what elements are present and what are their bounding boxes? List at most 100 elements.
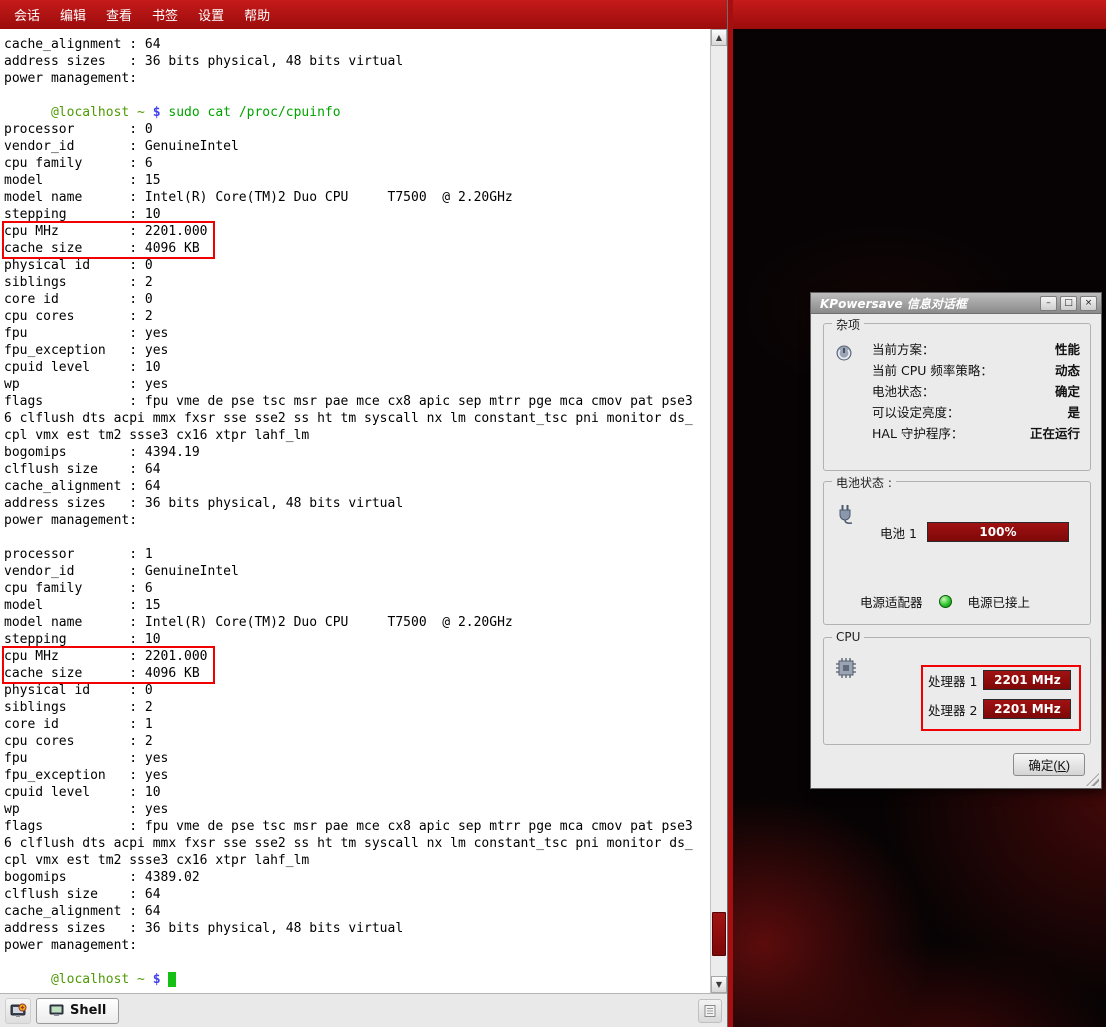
kpowersave-dialog: KPowersave 信息对话框 – □ × 杂项 当前方案： 性能当前 CPU … — [810, 292, 1102, 789]
info-value: 确定 — [1055, 381, 1080, 400]
terminal-line: cpl vmx est tm2 ssse3 cx16 xtpr lahf_lm — [4, 427, 710, 444]
terminal-line: wp : yes — [4, 376, 710, 393]
terminal-line: cache_alignment : 64 — [4, 903, 710, 920]
info-label: 当前 CPU 频率策略： — [872, 360, 993, 379]
info-row: 电池状态：确定 — [872, 380, 1080, 401]
desktop-background: KPowersave 信息对话框 – □ × 杂项 当前方案： 性能当前 CPU … — [728, 0, 1106, 1027]
session-list-icon — [703, 1004, 717, 1018]
terminal-line: model : 15 — [4, 597, 710, 614]
misc-group-title: 杂项 — [832, 316, 864, 333]
terminal-line: model : 15 — [4, 172, 710, 189]
ok-button[interactable]: 确定(K) — [1013, 753, 1085, 776]
scroll-down-icon: ▼ — [716, 980, 722, 989]
scroll-up-icon: ▲ — [716, 33, 722, 42]
terminal-line — [4, 529, 710, 546]
adapter-status: 电源已接上 — [968, 592, 1031, 611]
terminal-line: cpu MHz : 2201.000 — [4, 648, 208, 665]
terminal-line: vendor_id : GenuineIntel — [4, 563, 710, 580]
terminal-line: vendor_id : GenuineIntel — [4, 138, 710, 155]
terminal-line: fpu_exception : yes — [4, 767, 710, 784]
terminal-line: fpu_exception : yes — [4, 342, 710, 359]
menu-item-help[interactable]: 帮助 — [234, 1, 280, 28]
battery-label: 电池 1 — [880, 523, 917, 542]
resize-grip[interactable] — [1086, 773, 1099, 786]
ok-label-pre: 确定( — [1028, 759, 1057, 773]
processor-frequency-bar: 2201 MHz — [983, 670, 1071, 690]
menu-item-bookmarks[interactable]: 书签 — [142, 1, 188, 28]
menu-item-edit[interactable]: 编辑 — [50, 1, 96, 28]
terminal-scrollbar[interactable]: ▲ ▼ — [710, 29, 727, 993]
dialog-title: KPowersave 信息对话框 — [820, 295, 1037, 312]
close-button[interactable]: × — [1080, 296, 1097, 311]
terminal-line: @localhost ~ $ — [4, 971, 710, 988]
ok-label-post: ) — [1066, 759, 1070, 773]
info-value: 是 — [1067, 402, 1080, 421]
info-row: 当前方案： 性能 — [872, 338, 1080, 359]
cpu-rows: 处理器 12201 MHz处理器 22201 MHz — [928, 670, 1071, 728]
terminal-line: address sizes : 36 bits physical, 48 bit… — [4, 53, 710, 70]
terminal-output[interactable]: cache_alignment : 64address sizes : 36 b… — [0, 29, 710, 993]
new-session-button[interactable] — [5, 998, 31, 1024]
menu-item-session[interactable]: 会话 — [4, 1, 50, 28]
misc-groupbox: 杂项 当前方案：性能当前 CPU 频率策略：动态电池状态：确定可以设定亮度：是H… — [823, 323, 1091, 471]
terminal-line: cpu family : 6 — [4, 155, 710, 172]
processor-label: 处理器 1 — [928, 671, 977, 690]
battery-plug-icon — [834, 500, 860, 529]
scroll-down-button[interactable]: ▼ — [711, 976, 727, 993]
terminal-tabbar: Shell — [0, 993, 727, 1027]
terminal-line: cpl vmx est tm2 ssse3 cx16 xtpr lahf_lm — [4, 852, 710, 869]
info-label: 当前方案： — [872, 339, 935, 358]
battery-percent: 100% — [979, 525, 1016, 539]
scrollbar-thumb[interactable] — [712, 912, 726, 956]
terminal-line: bogomips : 4389.02 — [4, 869, 710, 886]
scrollbar-track[interactable] — [711, 46, 727, 976]
prompt-segment: $ — [153, 972, 169, 987]
terminal-line: wp : yes — [4, 801, 710, 818]
terminal-cursor — [168, 972, 176, 987]
annotation-box-terminal: cpu MHz : 2201.000cache size : 4096 KB — [4, 223, 213, 257]
cpu-groupbox: CPU 处理器 12201 MHz处理器 22201 MHz — [823, 637, 1091, 745]
terminal-line: core id : 1 — [4, 716, 710, 733]
terminal-icon — [49, 1004, 64, 1018]
terminal-line: physical id : 0 — [4, 257, 710, 274]
terminal-line — [4, 954, 710, 971]
terminal-line: physical id : 0 — [4, 682, 710, 699]
info-value: 性能 — [1055, 339, 1080, 358]
info-value: 动态 — [1055, 360, 1080, 379]
terminal-line: cache size : 4096 KB — [4, 240, 208, 257]
adapter-label: 电源适配器 — [860, 592, 923, 611]
terminal-line: processor : 1 — [4, 546, 710, 563]
tab-shell[interactable]: Shell — [36, 998, 119, 1024]
info-label: HAL 守护程序： — [872, 423, 963, 442]
info-row: 可以设定亮度：是 — [872, 401, 1080, 422]
terminal-window: 会话编辑查看书签设置帮助 cache_alignment : 64address… — [0, 0, 728, 1027]
terminal-line: power management: — [4, 70, 710, 87]
terminal-line: address sizes : 36 bits physical, 48 bit… — [4, 495, 710, 512]
new-session-icon — [9, 1002, 27, 1020]
terminal-line: power management: — [4, 937, 710, 954]
terminal-line: siblings : 2 — [4, 699, 710, 716]
annotation-box-terminal: cpu MHz : 2201.000cache size : 4096 KB — [4, 648, 213, 682]
terminal-line: 6 clflush dts acpi mmx fxsr sse sse2 ss … — [4, 835, 710, 852]
terminal-line: cache_alignment : 64 — [4, 478, 710, 495]
terminal-line: flags : fpu vme de pse tsc msr pae mce c… — [4, 393, 710, 410]
prompt-segment: $ — [153, 105, 169, 120]
tab-label: Shell — [70, 1003, 106, 1018]
maximize-button[interactable]: □ — [1060, 296, 1077, 311]
battery-group-title: 电池状态 : — [832, 474, 896, 491]
terminal-line: stepping : 10 — [4, 631, 710, 648]
session-list-button[interactable] — [698, 999, 722, 1023]
terminal-line: model name : Intel(R) Core(TM)2 Duo CPU … — [4, 189, 710, 206]
minimize-button[interactable]: – — [1040, 296, 1057, 311]
background-red-band — [733, 0, 1106, 29]
menu-item-view[interactable]: 查看 — [96, 1, 142, 28]
info-row: HAL 守护程序：正在运行 — [872, 422, 1080, 443]
dialog-titlebar[interactable]: KPowersave 信息对话框 – □ × — [811, 293, 1101, 314]
scroll-up-button[interactable]: ▲ — [711, 29, 727, 46]
menu-item-settings[interactable]: 设置 — [188, 1, 234, 28]
prompt-segment: @localhost ~ — [4, 972, 153, 987]
terminal-line: clflush size : 64 — [4, 461, 710, 478]
terminal-line — [4, 87, 710, 104]
terminal-line: flags : fpu vme de pse tsc msr pae mce c… — [4, 818, 710, 835]
kpowersave-icon — [832, 340, 856, 367]
